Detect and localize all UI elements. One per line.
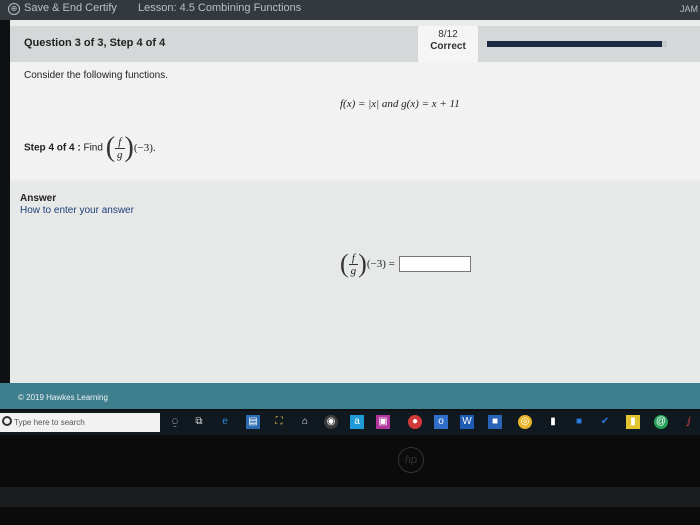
- home-icon[interactable]: ⌂: [298, 415, 312, 429]
- answer-fraction-denominator: g: [350, 264, 357, 277]
- problem-prompt: Consider the following functions.: [24, 70, 168, 81]
- left-paren: (: [105, 132, 116, 163]
- word-icon[interactable]: W: [460, 415, 474, 429]
- answer-label: Answer: [20, 193, 57, 204]
- hp-app-icon[interactable]: ◉: [324, 415, 338, 429]
- answer-right-paren: ): [358, 249, 367, 278]
- edge-icon[interactable]: e: [218, 415, 232, 429]
- microphone-icon[interactable]: ⍜: [172, 417, 178, 428]
- problem-panel: Consider the following functions. f(x) =…: [10, 62, 700, 180]
- answer-left-paren: (: [340, 249, 349, 278]
- step-instruction: Step 4 of 4 : Find (f g)(−3).: [24, 132, 156, 164]
- answer-argument: (−3) =: [366, 258, 395, 270]
- hp-logo: hp: [398, 447, 424, 473]
- right-paren: ): [124, 132, 134, 163]
- search-placeholder: Type here to search: [14, 418, 85, 427]
- chrome-icon[interactable]: ◎: [518, 415, 532, 429]
- main-content: Question 3 of 3, Step 4 of 4 8/12 Correc…: [10, 20, 700, 383]
- search-icon: [2, 416, 12, 426]
- user-label: JAM: [680, 4, 698, 14]
- store-icon[interactable]: ⛶: [272, 415, 286, 429]
- media-icon[interactable]: ▣: [376, 415, 390, 429]
- how-to-enter-link[interactable]: How to enter your answer: [20, 205, 134, 216]
- copyright-text: © 2019 Hawkes Learning: [18, 393, 108, 402]
- score-box: 8/12 Correct: [418, 26, 478, 62]
- question-title: Question 3 of 3, Step 4 of 4: [24, 37, 166, 49]
- app-bluebox-icon[interactable]: ■: [572, 415, 586, 429]
- function-definitions: f(x) = |x| and g(x) = x + 11: [340, 98, 460, 110]
- app-bar-icon[interactable]: ▮: [546, 415, 560, 429]
- app-red-icon[interactable]: ●: [408, 415, 422, 429]
- laptop-edge: [0, 487, 700, 507]
- step-find-text: Find: [83, 142, 103, 154]
- lesson-title: Lesson: 4.5 Combining Functions: [138, 2, 302, 14]
- app-redmark-icon[interactable]: ⅉ: [682, 415, 696, 429]
- fraction-f-over-g: fg: [115, 136, 125, 161]
- score-value: 8/12: [438, 29, 458, 40]
- step-label: Step 4 of 4 :: [24, 142, 81, 154]
- windows-taskbar: Type here to search ⍜ ⧉ e ▤ ⛶ ⌂ ◉ a ▣ ● …: [0, 411, 700, 435]
- page-footer: © 2019 Hawkes Learning: [0, 383, 700, 409]
- app-blue-icon[interactable]: ■: [488, 415, 502, 429]
- app-topbar: ⊕ Save & End Certify Lesson: 4.5 Combini…: [0, 0, 700, 20]
- save-and-end-button[interactable]: Save & End Certify: [24, 2, 117, 14]
- app-yellow-icon[interactable]: ▮: [626, 415, 640, 429]
- answer-fraction: fg: [348, 252, 359, 277]
- outlook-icon[interactable]: o: [434, 415, 448, 429]
- answer-area: Answer How to enter your answer (f g)(−3)…: [10, 183, 700, 383]
- check-icon[interactable]: ✔: [598, 415, 612, 429]
- file-explorer-icon[interactable]: ▤: [246, 415, 260, 429]
- taskbar-search[interactable]: Type here to search: [0, 413, 160, 432]
- amazon-icon[interactable]: a: [350, 415, 364, 429]
- task-view-icon[interactable]: ⧉: [192, 415, 206, 429]
- fraction-numerator: f: [115, 136, 125, 149]
- score-status: Correct: [430, 41, 466, 52]
- save-icon[interactable]: ⊕: [8, 3, 20, 15]
- app-green-icon[interactable]: @: [654, 415, 668, 429]
- answer-equation: (f g)(−3) =: [340, 249, 471, 279]
- step-argument: (−3).: [133, 142, 156, 154]
- question-header: Question 3 of 3, Step 4 of 4 8/12 Correc…: [10, 26, 700, 62]
- progress-fill: [487, 41, 662, 47]
- fraction-denominator: g: [117, 148, 123, 161]
- answer-fraction-numerator: f: [348, 252, 359, 265]
- progress-bar: [487, 41, 667, 47]
- laptop-bezel: hp: [0, 435, 700, 525]
- answer-input[interactable]: [398, 256, 471, 272]
